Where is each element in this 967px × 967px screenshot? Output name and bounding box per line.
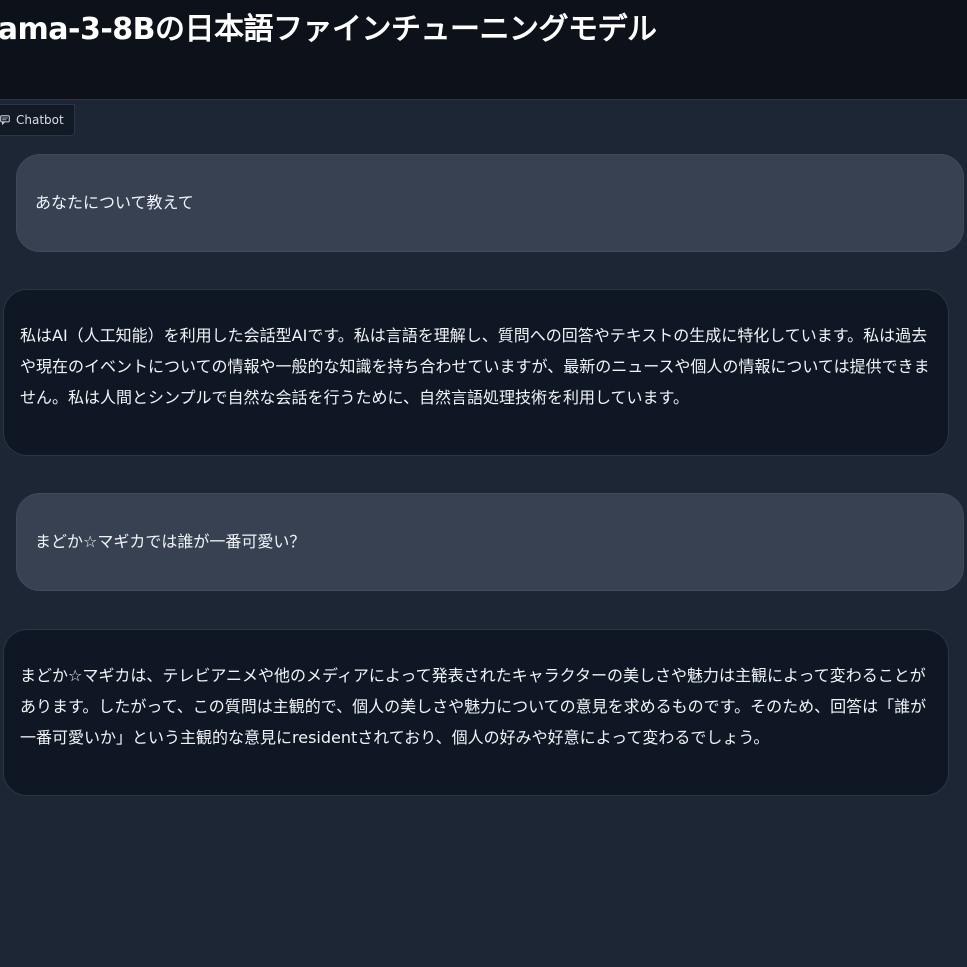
chatbot-label: Chatbot	[0, 104, 75, 136]
page-title: lama-3-8Bの日本語ファインチューニングモデル	[0, 12, 657, 47]
message-text: あなたについて教えて	[35, 193, 194, 212]
app-header: lama-3-8Bの日本語ファインチューニングモデル	[0, 0, 967, 100]
message-text: まどか☆マギカは、テレビアニメや他のメディアによって発表されたキャラクターの美し…	[20, 666, 927, 747]
bot-message[interactable]: まどか☆マギカは、テレビアニメや他のメディアによって発表されたキャラクターの美し…	[3, 629, 949, 796]
bot-message[interactable]: 私はAI（人工知能）を利用した会話型AIです。私は言語を理解し、質問への回答やテ…	[3, 289, 949, 456]
user-message[interactable]: まどか☆マギカでは誰が一番可愛い？	[16, 493, 964, 591]
message-text: まどか☆マギカでは誰が一番可愛い？	[35, 532, 306, 551]
user-message[interactable]: あなたについて教えて	[16, 154, 964, 252]
chat-bubble-icon	[0, 115, 10, 125]
message-text: 私はAI（人工知能）を利用した会話型AIです。私は言語を理解し、質問への回答やテ…	[20, 326, 930, 407]
chatbot-label-text: Chatbot	[16, 113, 64, 127]
app-page: lama-3-8Bの日本語ファインチューニングモデル Chatbot あなたにつ…	[0, 0, 967, 967]
